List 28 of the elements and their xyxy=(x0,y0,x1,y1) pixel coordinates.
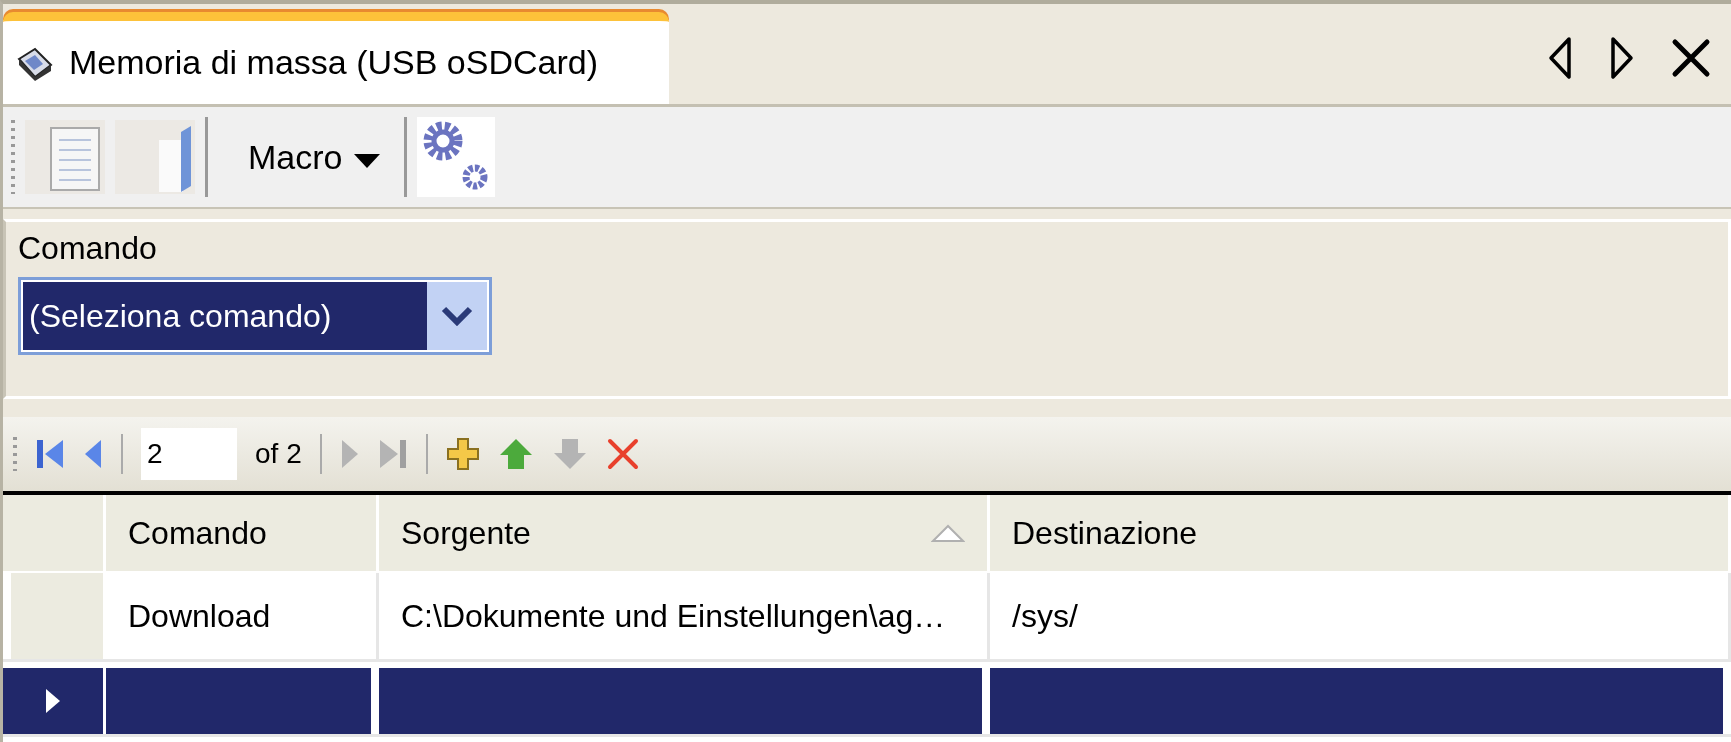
delete-icon[interactable] xyxy=(605,437,640,471)
previous-tab-icon[interactable] xyxy=(1547,36,1573,80)
record-count: of 2 xyxy=(255,438,302,470)
command-label: Comando xyxy=(18,230,157,267)
column-header[interactable]: Sorgente xyxy=(379,495,990,571)
table-row[interactable] xyxy=(3,668,1731,737)
command-dropdown[interactable]: (Seleziona comando) xyxy=(18,277,492,355)
document-tab[interactable]: Memoria di massa (USB oSDCard) xyxy=(3,12,669,104)
row-header[interactable] xyxy=(3,668,106,734)
previous-record-icon[interactable] xyxy=(83,437,103,471)
plus-icon[interactable] xyxy=(445,437,480,471)
close-icon[interactable] xyxy=(1671,38,1711,78)
table-cell: /sys/ xyxy=(990,573,1731,659)
gears-icon[interactable] xyxy=(417,117,496,197)
caret-icon xyxy=(354,154,381,168)
column-header[interactable]: Comando xyxy=(106,495,379,571)
table-cell: C:\Dokumente und Einstellungen\ag… xyxy=(379,573,990,659)
first-record-icon[interactable] xyxy=(35,437,65,471)
next-tab-icon[interactable] xyxy=(1609,36,1635,80)
folder-icon[interactable] xyxy=(115,120,195,194)
column-header[interactable]: Destinazione xyxy=(990,495,1731,571)
position-field[interactable]: 2 xyxy=(141,428,237,480)
chevron-down-icon xyxy=(441,306,473,326)
table-row[interactable]: Download C:\Dokumente und Einstellungen\ag… /sys/ xyxy=(3,573,1731,662)
current-row-icon xyxy=(45,688,61,714)
table-cell: Download xyxy=(106,573,379,659)
notebook-icon[interactable] xyxy=(25,120,105,194)
macro-menu-button[interactable]: Macro xyxy=(218,133,395,181)
